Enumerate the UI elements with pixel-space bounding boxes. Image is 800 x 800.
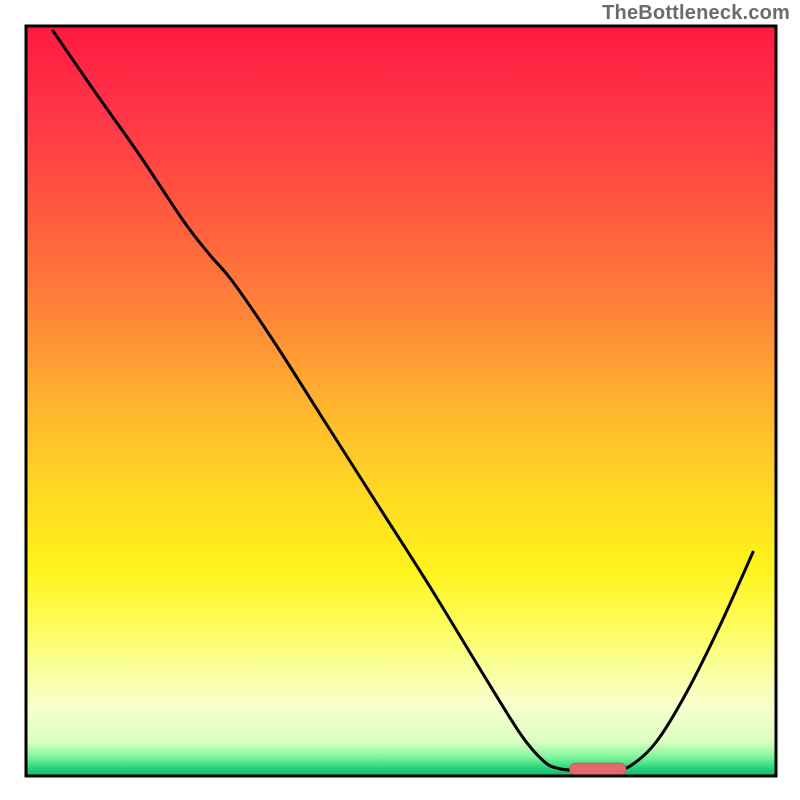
bottleneck-chart bbox=[0, 0, 800, 800]
optimum-marker bbox=[570, 763, 626, 775]
watermark-text: TheBottleneck.com bbox=[602, 2, 790, 25]
chart-container: { "watermark": "TheBottleneck.com", "col… bbox=[0, 0, 800, 800]
gradient-background bbox=[26, 26, 776, 776]
